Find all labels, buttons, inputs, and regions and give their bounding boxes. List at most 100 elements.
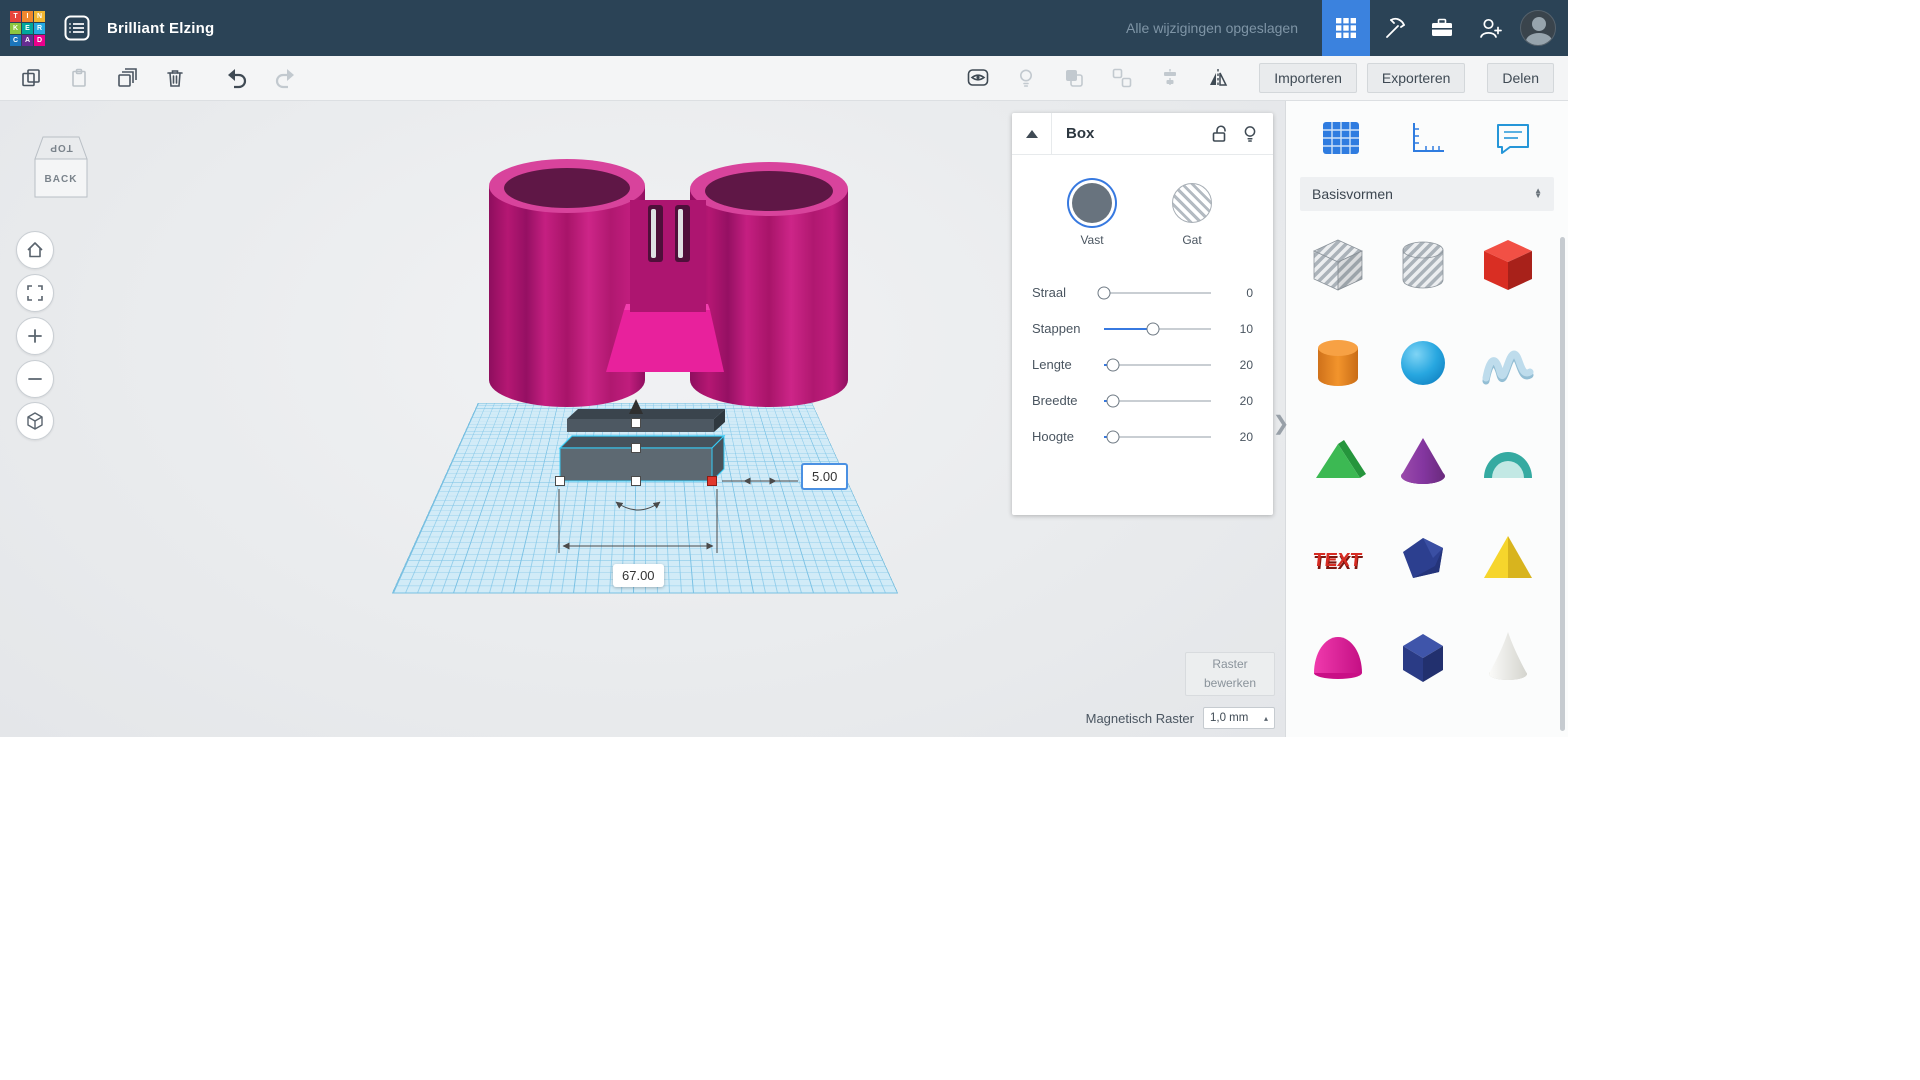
copy-icon[interactable] xyxy=(14,61,48,95)
slider-knob[interactable] xyxy=(1106,430,1119,443)
active-scale-handle xyxy=(708,477,717,486)
duplicate-icon[interactable] xyxy=(110,61,144,95)
unlock-icon[interactable] xyxy=(1205,119,1235,149)
shape-hole-box[interactable] xyxy=(1302,227,1374,301)
hole-swatch[interactable] xyxy=(1172,183,1212,223)
zoom-out-button[interactable] xyxy=(16,360,54,398)
tinkercad-logo-icon[interactable]: T I N K E R C A D xyxy=(10,11,45,46)
panel-collapse-chevron[interactable]: ❯ xyxy=(1272,405,1290,441)
slider-knob[interactable] xyxy=(1106,358,1119,371)
dashboard-grid-icon[interactable] xyxy=(1322,0,1370,56)
slider-value[interactable]: 10 xyxy=(1223,322,1253,336)
shape-navy-polygon[interactable] xyxy=(1387,521,1459,595)
design-canvas[interactable]: 5.00 67.00 TOP BACK xyxy=(0,101,1285,737)
minecraft-pickaxe-icon[interactable] xyxy=(1370,0,1418,56)
panel-scrollbar[interactable] xyxy=(1560,237,1565,731)
edit-grid-button[interactable]: Raster bewerken xyxy=(1185,652,1275,696)
shape-teal-round-roof[interactable] xyxy=(1472,423,1544,497)
shape-blue-sphere[interactable] xyxy=(1387,325,1459,399)
shape-white-cone[interactable] xyxy=(1472,619,1544,693)
workplane-icon[interactable] xyxy=(1318,115,1364,161)
undo-icon[interactable] xyxy=(220,61,254,95)
perspective-toggle-button[interactable] xyxy=(16,402,54,440)
ruler-icon[interactable] xyxy=(1404,115,1450,161)
slider-track[interactable] xyxy=(1104,358,1211,372)
add-collaborator-icon[interactable] xyxy=(1466,0,1514,56)
inspector-title: Box xyxy=(1066,125,1094,142)
align-icon xyxy=(1153,61,1187,95)
slider-value[interactable]: 20 xyxy=(1223,358,1253,372)
save-status: Alle wijzigingen opgeslagen xyxy=(1126,20,1298,36)
document-title[interactable]: Brilliant Elzing xyxy=(107,20,214,37)
list-menu-icon[interactable] xyxy=(63,14,91,42)
home-view-button[interactable] xyxy=(16,231,54,269)
logo-letter: C xyxy=(10,35,21,46)
slider-label: Straal xyxy=(1032,285,1104,300)
shape-red-box[interactable] xyxy=(1472,227,1544,301)
slider-knob[interactable] xyxy=(1106,394,1119,407)
slider-knob[interactable] xyxy=(1147,322,1160,335)
shape-purple-cone[interactable] xyxy=(1387,423,1459,497)
slider-length: Lengte 20 xyxy=(1032,357,1253,372)
share-button[interactable]: Delen xyxy=(1487,63,1554,93)
fit-view-button[interactable] xyxy=(16,274,54,312)
shape-green-roof[interactable] xyxy=(1302,423,1374,497)
show-all-icon[interactable] xyxy=(961,61,995,95)
view-cube[interactable]: TOP BACK xyxy=(28,131,94,203)
solid-label: Vast xyxy=(1080,233,1103,247)
slider-value[interactable]: 20 xyxy=(1223,430,1253,444)
hole-material-option[interactable]: Gat xyxy=(1170,183,1214,247)
import-button[interactable]: Importeren xyxy=(1259,63,1357,93)
magenta-shape[interactable] xyxy=(489,159,848,407)
slider-track[interactable] xyxy=(1104,322,1211,336)
slider-track[interactable] xyxy=(1104,430,1211,444)
solid-material-option[interactable]: Vast xyxy=(1070,183,1114,247)
width-dimension-input[interactable]: 67.00 xyxy=(613,564,664,587)
category-label: Basisvormen xyxy=(1312,186,1393,202)
inspector-collapse-icon[interactable] xyxy=(1012,113,1052,155)
delete-icon[interactable] xyxy=(158,61,192,95)
solid-swatch[interactable] xyxy=(1072,183,1112,223)
portfolio-icon[interactable] xyxy=(1418,0,1466,56)
slider-value[interactable]: 20 xyxy=(1223,394,1253,408)
shape-category-select[interactable]: Basisvormen ▲▼ xyxy=(1300,177,1554,211)
export-button[interactable]: Exporteren xyxy=(1367,63,1465,93)
shape-gallery: TEXT TEXT xyxy=(1296,227,1550,693)
slider-value[interactable]: 0 xyxy=(1223,286,1253,300)
edit-toolbar: Importeren Exporteren Delen xyxy=(0,56,1568,101)
shape-yellow-pyramid[interactable] xyxy=(1472,521,1544,595)
shape-pink-paraboloid[interactable] xyxy=(1302,619,1374,693)
shape-red-text[interactable]: TEXT TEXT xyxy=(1302,521,1374,595)
slider-width: Breedte 20 xyxy=(1032,393,1253,408)
height-dimension-input[interactable]: 5.00 xyxy=(801,463,848,490)
mirror-icon[interactable] xyxy=(1201,61,1235,95)
logo-letter: E xyxy=(22,23,33,34)
group-icon xyxy=(1057,61,1091,95)
slider-label: Hoogte xyxy=(1032,429,1104,444)
shape-navy-hexagonal-prism[interactable] xyxy=(1387,619,1459,693)
snap-grid-value: 1,0 mm xyxy=(1210,712,1248,724)
shape-blue-scribble[interactable] xyxy=(1472,325,1544,399)
shape-orange-cylinder[interactable] xyxy=(1302,325,1374,399)
avatar[interactable] xyxy=(1514,0,1562,56)
notes-icon[interactable] xyxy=(1490,115,1536,161)
slider-track[interactable] xyxy=(1104,286,1211,300)
slider-track[interactable] xyxy=(1104,394,1211,408)
shape-tips-icon[interactable] xyxy=(1235,119,1265,149)
viewcube-front-label: BACK xyxy=(45,174,78,185)
selected-box-shape[interactable] xyxy=(560,409,725,481)
slider-steps: Stappen 10 xyxy=(1032,321,1253,336)
ungroup-icon xyxy=(1105,61,1139,95)
shape-hole-cylinder[interactable] xyxy=(1387,227,1459,301)
main-area: 5.00 67.00 TOP BACK xyxy=(0,101,1568,737)
logo-letter: D xyxy=(34,35,45,46)
avatar-image xyxy=(1520,10,1556,46)
select-arrows-icon: ▲▼ xyxy=(1534,189,1542,199)
logo-letter: T xyxy=(10,11,21,22)
snap-grid-select[interactable]: 1,0 mm ▴ xyxy=(1203,707,1275,729)
slider-radius: Straal 0 xyxy=(1032,285,1253,300)
slider-knob[interactable] xyxy=(1098,286,1111,299)
tips-icon xyxy=(1009,61,1043,95)
zoom-in-button[interactable] xyxy=(16,317,54,355)
slider-label: Lengte xyxy=(1032,357,1104,372)
